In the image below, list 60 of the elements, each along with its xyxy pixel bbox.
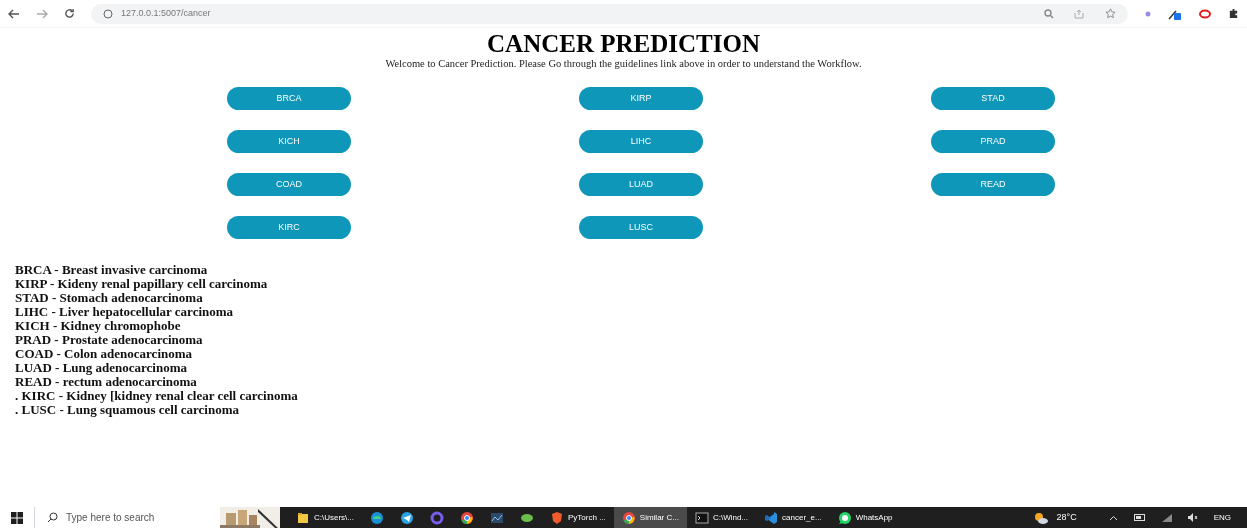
reload-icon[interactable] xyxy=(64,8,75,19)
search-field[interactable]: Type here to search xyxy=(34,507,220,528)
network-icon[interactable] xyxy=(1161,513,1172,522)
cancer-type-button[interactable]: LIHC xyxy=(579,129,703,153)
code-icon xyxy=(764,510,779,525)
start-icon[interactable] xyxy=(11,511,23,524)
legend-item: KICH - Kidney chromophobe xyxy=(15,318,182,333)
cancer-type-button[interactable]: KIRC xyxy=(227,215,351,239)
legend-item: LUAD - Lung adenocarcinoma xyxy=(15,360,189,375)
welcome-text: Welcome to Cancer Prediction. Please Go through the guidelines link above in order to understand the Workflow. xyxy=(385,57,862,71)
cancer-type-button[interactable]: KIRP xyxy=(579,86,703,110)
legend-item: PRAD - Prostate adenocarcinoma xyxy=(15,332,204,347)
paper-plane-icon xyxy=(400,510,414,525)
legend-item: . KIRC - Kidney [kidney renal clear cell carcinoma xyxy=(15,388,299,403)
cancer-type-button[interactable]: BRCA xyxy=(227,86,351,110)
taskbar-app[interactable]: C:\Users\... xyxy=(288,507,362,528)
legend-item: STAD - Stomach adenocarcinoma xyxy=(15,290,204,305)
legend-item: COAD - Colon adenocarcinoma xyxy=(15,346,194,361)
volume-icon[interactable] xyxy=(1187,513,1198,522)
weather-icon[interactable] xyxy=(1032,510,1049,525)
legend-item: . LUSC - Lung squamous cell carcinoma xyxy=(15,402,241,417)
cancer-type-button[interactable]: LUAD xyxy=(579,172,703,196)
language-text[interactable]: ENG xyxy=(1213,511,1231,524)
ring-icon xyxy=(430,510,444,525)
legend-item: READ - rectum adenocarcinoma xyxy=(15,374,198,389)
cancer-type-button[interactable]: PRAD xyxy=(931,129,1055,153)
browser-icon xyxy=(460,510,474,525)
puzzle-icon[interactable] xyxy=(1228,8,1239,19)
cancer-type-button[interactable]: KICH xyxy=(227,129,351,153)
taskbar-app[interactable]: PyTorch ... xyxy=(542,507,614,528)
search-icon xyxy=(47,512,58,523)
page-title: CANCER PREDICTION xyxy=(487,31,760,57)
wave-icon xyxy=(370,510,384,525)
battery-icon[interactable] xyxy=(1133,514,1146,521)
address-bar[interactable]: 127.0.0.1:5007/cancer xyxy=(91,3,1128,24)
legend-item: BRCA - Breast invasive carcinoma xyxy=(15,262,209,277)
chart-icon xyxy=(490,510,504,525)
zoom-icon[interactable] xyxy=(1044,8,1054,19)
search-input[interactable]: Type here to search xyxy=(66,510,176,525)
shield-icon xyxy=(550,510,564,525)
cancer-type-button[interactable]: READ xyxy=(931,172,1055,196)
cancer-type-button[interactable]: STAD xyxy=(931,86,1055,110)
terminal-icon xyxy=(694,510,709,525)
cancer-type-button[interactable]: COAD xyxy=(227,172,351,196)
cancer-type-button[interactable]: LUSC xyxy=(579,215,703,239)
back-icon[interactable] xyxy=(8,8,20,19)
taskbar-app[interactable]: C:\Wind... xyxy=(686,507,757,528)
browser-icon xyxy=(621,510,636,525)
chevron-up-icon[interactable] xyxy=(1108,514,1118,521)
folder-icon xyxy=(296,510,310,525)
taskbar-app[interactable]: WhatsApp xyxy=(829,507,901,528)
url-text: 127.0.0.1:5007/cancer xyxy=(121,6,211,20)
temperature-text[interactable]: 28°C xyxy=(1056,510,1077,525)
chat-icon xyxy=(837,510,852,525)
ring-icon[interactable] xyxy=(1198,8,1212,19)
legend-item: LIHC - Liver hepatocellular carcinoma xyxy=(15,304,235,319)
taskbar-app[interactable]: Similar C... xyxy=(613,507,687,528)
taskbar-app[interactable]: cancer_e... xyxy=(756,507,830,528)
star-icon[interactable] xyxy=(1105,8,1116,19)
legend-item: KIRP - Kideny renal papillary cell carcinoma xyxy=(15,276,269,291)
